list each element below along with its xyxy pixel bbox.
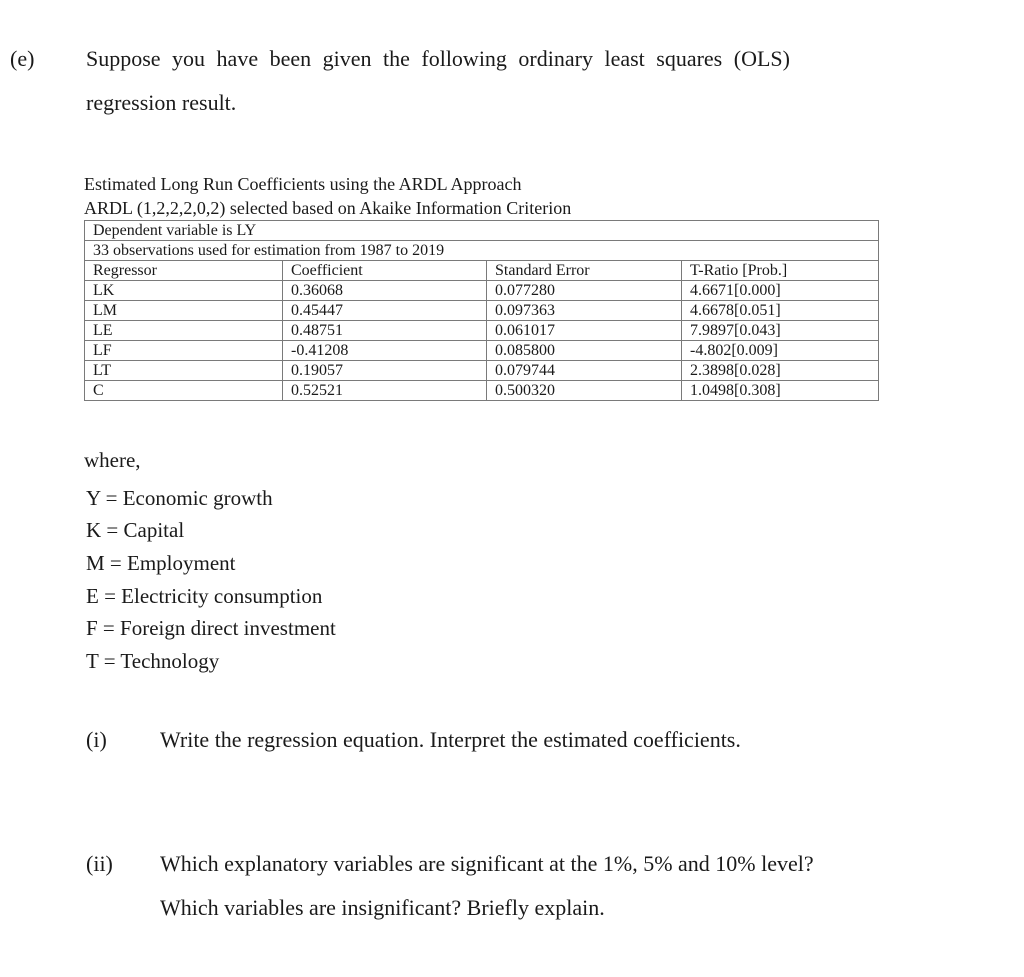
coefficient-cell: 0.36068 xyxy=(282,280,487,301)
regression-results-table: Dependent variable is LY 33 observations… xyxy=(83,220,880,401)
coefficient-cell: 0.52521 xyxy=(282,380,487,401)
question-intro-line-2: regression result. xyxy=(86,90,237,115)
observations-cell: 33 observations used for estimation from… xyxy=(83,240,880,261)
regressor-cell: LT xyxy=(84,360,283,381)
table-row: C 0.52521 0.500320 1.0498[0.308] xyxy=(84,380,880,401)
coefficient-cell: 0.45447 xyxy=(282,300,487,321)
regressor-cell: LK xyxy=(84,280,283,301)
sub-question-text: Which variables are insignificant? Brief… xyxy=(160,895,605,920)
t-ratio-cell: 4.6671[0.000] xyxy=(680,280,880,301)
definition-item: M = Employment xyxy=(86,551,236,575)
table-row: LF -0.41208 0.085800 -4.802[0.009] xyxy=(84,340,880,361)
regressor-cell: C xyxy=(84,380,283,401)
header-standard-error: Standard Error xyxy=(486,260,682,281)
table-row: LM 0.45447 0.097363 4.6678[0.051] xyxy=(84,300,880,321)
sub-question-label: (i) xyxy=(86,727,107,752)
table-row: LK 0.36068 0.077280 4.6671[0.000] xyxy=(84,280,880,301)
question-intro-line-1: Suppose you have been given the followin… xyxy=(86,46,790,71)
header-regressor: Regressor xyxy=(84,260,283,281)
sub-question-label: (ii) xyxy=(86,851,113,876)
t-ratio-cell: 2.3898[0.028] xyxy=(680,360,880,381)
definition-item: T = Technology xyxy=(86,649,220,673)
dependent-variable-row: Dependent variable is LY xyxy=(83,220,880,241)
standard-error-cell: 0.061017 xyxy=(486,320,682,341)
table-row: LT 0.19057 0.079744 2.3898[0.028] xyxy=(84,360,880,381)
coefficient-cell: 0.48751 xyxy=(282,320,487,341)
table-row: LE 0.48751 0.061017 7.9897[0.043] xyxy=(84,320,880,341)
question-part-label: (e) xyxy=(10,46,35,71)
definitions-heading: where, xyxy=(84,448,141,472)
header-t-ratio: T-Ratio [Prob.] xyxy=(680,260,880,281)
definition-item: E = Electricity consumption xyxy=(86,584,323,608)
regressor-cell: LE xyxy=(84,320,283,341)
t-ratio-cell: 1.0498[0.308] xyxy=(680,380,880,401)
table-caption-model: ARDL (1,2,2,2,0,2) selected based on Aka… xyxy=(84,198,572,218)
header-coefficient: Coefficient xyxy=(282,260,487,281)
t-ratio-cell: 7.9897[0.043] xyxy=(680,320,880,341)
definition-item: F = Foreign direct investment xyxy=(86,616,336,640)
t-ratio-cell: 4.6678[0.051] xyxy=(680,300,880,321)
standard-error-cell: 0.077280 xyxy=(486,280,682,301)
sub-question-text: Which explanatory variables are signific… xyxy=(160,851,814,876)
definition-item: K = Capital xyxy=(86,518,185,542)
sub-question-text: Write the regression equation. Interpret… xyxy=(160,727,741,752)
standard-error-cell: 0.500320 xyxy=(486,380,682,401)
standard-error-cell: 0.085800 xyxy=(486,340,682,361)
t-ratio-cell: -4.802[0.009] xyxy=(680,340,880,361)
coefficient-cell: -0.41208 xyxy=(282,340,487,361)
table-header-row: Regressor Coefficient Standard Error T-R… xyxy=(84,260,880,281)
coefficient-cell: 0.19057 xyxy=(282,360,487,381)
definition-item: Y = Economic growth xyxy=(86,486,273,510)
standard-error-cell: 0.079744 xyxy=(486,360,682,381)
dependent-variable-cell: Dependent variable is LY xyxy=(83,220,880,241)
observations-row: 33 observations used for estimation from… xyxy=(83,240,880,261)
regressor-cell: LF xyxy=(84,340,283,361)
standard-error-cell: 0.097363 xyxy=(486,300,682,321)
regressor-cell: LM xyxy=(84,300,283,321)
table-caption-title: Estimated Long Run Coefficients using th… xyxy=(84,174,522,194)
